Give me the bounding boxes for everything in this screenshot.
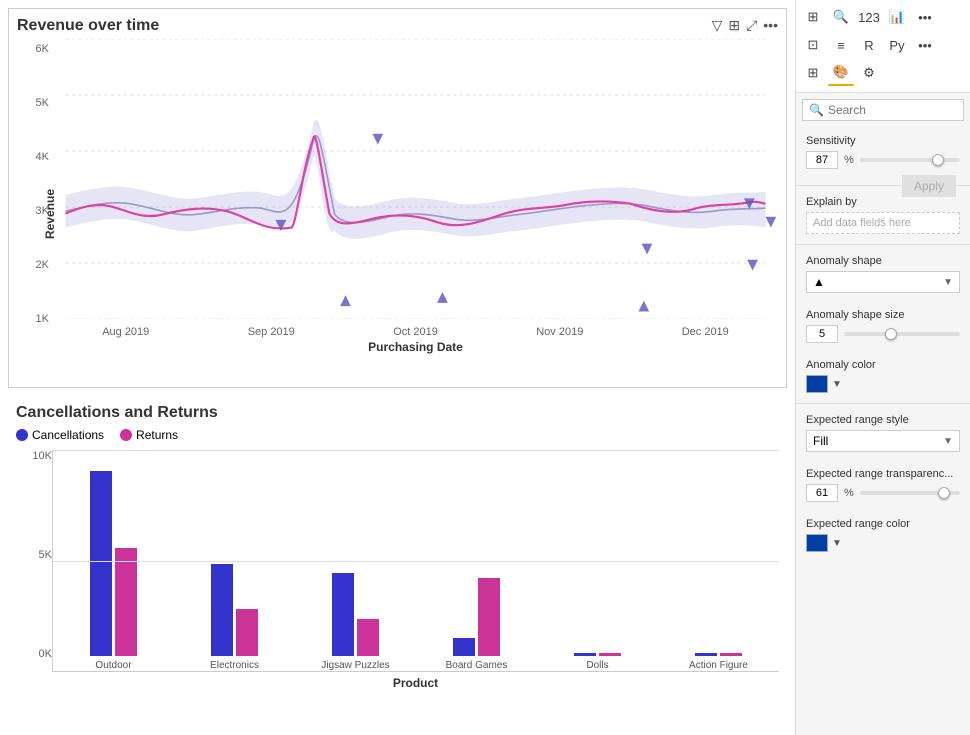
anomaly-color-box[interactable] [806, 375, 828, 393]
anomaly-size-section: Anomaly shape size 5 [796, 301, 970, 351]
anomaly-shape-value: ▲ [813, 275, 825, 289]
legend-cancellations: Cancellations [16, 428, 104, 442]
explain-by-label: Explain by [806, 196, 960, 208]
anomaly-size-thumb[interactable] [885, 328, 897, 340]
bar-outdoor-cancel [90, 471, 112, 656]
expected-range-color-section: Expected range color ▼ [796, 510, 970, 560]
anomaly-size-value: 5 [806, 325, 838, 343]
expected-range-style-arrow: ▼ [943, 436, 953, 447]
bar-electronics-cancel [211, 564, 233, 656]
toolbar-btn-13[interactable]: ⚙ [856, 60, 882, 86]
sensitivity-label: Sensitivity [806, 135, 960, 147]
expected-range-trans-thumb[interactable] [938, 487, 950, 499]
revenue-chart-title: Revenue over time [17, 17, 159, 35]
expected-range-trans-slider[interactable] [860, 491, 960, 495]
sensitivity-thumb[interactable] [932, 154, 944, 166]
legend-returns-dot [120, 429, 132, 441]
toolbar-btn-5[interactable]: ••• [912, 4, 938, 30]
toolbar-btn-12[interactable]: 🎨 [828, 60, 854, 86]
legend-returns: Returns [120, 428, 178, 442]
search-box[interactable]: 🔍 [802, 99, 964, 121]
legend-returns-label: Returns [136, 428, 178, 442]
legend: Cancellations Returns [16, 428, 779, 442]
anomaly-shape-label: Anomaly shape [806, 255, 960, 267]
expected-range-trans-label: Expected range transparenc... [806, 468, 960, 480]
anomaly-shape-section: Anomaly shape ▲ ▼ [796, 247, 970, 301]
right-panel: ⊞ 🔍 123 📊 ••• ⊡ ≡ R Py ••• ⊞ 🎨 ⚙ 🔍 Sensi… [795, 0, 970, 735]
anomaly-color-label: Anomaly color [806, 359, 960, 371]
bar-actionfigure-returns [720, 653, 742, 656]
revenue-y-label: Revenue [43, 189, 57, 239]
expected-range-color-label: Expected range color [806, 518, 960, 530]
explain-by-input[interactable]: Add data fields here [806, 212, 960, 234]
legend-cancellations-dot [16, 429, 28, 441]
bar-chart-area: 10K5K0K Outdoor [16, 450, 779, 690]
revenue-chart: Revenue over time ▽ ⊞ ⤢ ••• 6K5K4K3K2K1K… [8, 8, 787, 388]
anomaly-color-arrow[interactable]: ▼ [832, 379, 842, 390]
expected-range-color-box[interactable] [806, 534, 828, 552]
toolbar-btn-4[interactable]: 📊 [884, 4, 910, 30]
toolbar-btn-10[interactable]: ••• [912, 32, 938, 58]
toolbar: ⊞ 🔍 123 📊 ••• ⊡ ≡ R Py ••• ⊞ 🎨 ⚙ [796, 0, 970, 93]
bar-outdoor-returns [115, 548, 137, 656]
anomaly-size-slider[interactable] [844, 332, 960, 336]
bar-actionfigure-cancel [695, 653, 717, 656]
expected-range-trans-section: Expected range transparenc... 61 % [796, 460, 970, 510]
expected-range-style-label: Expected range style [806, 414, 960, 426]
anomaly-size-label: Anomaly shape size [806, 309, 960, 321]
expected-range-trans-pct: % [844, 487, 854, 499]
revenue-x-axis: Aug 2019Sep 2019Oct 2019Nov 2019Dec 2019 [53, 326, 778, 338]
search-icon: 🔍 [809, 103, 824, 117]
toolbar-btn-2[interactable]: 🔍 [828, 4, 854, 30]
toolbar-btn-11[interactable]: ⊞ [800, 60, 826, 86]
bar-dolls-returns [599, 653, 621, 656]
expand-icon[interactable]: ⊞ [728, 17, 740, 34]
sensitivity-section: Sensitivity 87 % Apply [796, 127, 970, 183]
expected-range-style-value: Fill [813, 434, 828, 448]
revenue-line-chart [53, 39, 778, 319]
bar-y-axis: 10K5K0K [16, 450, 52, 690]
toolbar-btn-9[interactable]: Py [884, 32, 910, 58]
fullscreen-icon[interactable]: ⤢ [746, 17, 757, 34]
filter-icon[interactable]: ▽ [712, 17, 723, 34]
toolbar-btn-6[interactable]: ⊡ [800, 32, 826, 58]
bar-x-label: Product [52, 676, 779, 690]
bar-boardgames-cancel [453, 638, 475, 656]
toolbar-btn-1[interactable]: ⊞ [800, 4, 826, 30]
bar-label-dolls: Dolls [586, 660, 608, 671]
expected-range-style-dropdown[interactable]: Fill ▼ [806, 430, 960, 452]
more-icon[interactable]: ••• [763, 17, 778, 34]
bar-jigsaw-returns [357, 619, 379, 656]
bar-jigsaw-cancel [332, 573, 354, 656]
legend-cancellations-label: Cancellations [32, 428, 104, 442]
bar-label-actionfigure: Action Figure [689, 660, 748, 671]
bar-chart: Cancellations and Returns Cancellations … [8, 400, 787, 727]
anomaly-shape-dropdown[interactable]: ▲ ▼ [806, 271, 960, 293]
bar-label-outdoor: Outdoor [95, 660, 131, 671]
expected-range-color-swatch: ▼ [806, 534, 960, 552]
expected-range-color-arrow[interactable]: ▼ [832, 538, 842, 549]
bar-label-electronics: Electronics [210, 660, 259, 671]
anomaly-color-swatch: ▼ [806, 375, 960, 393]
toolbar-btn-8[interactable]: R [856, 32, 882, 58]
revenue-x-label: Purchasing Date [53, 340, 778, 354]
bar-chart-title: Cancellations and Returns [16, 404, 779, 422]
panel-scroll: Sensitivity 87 % Apply Explain by Add da… [796, 127, 970, 735]
bar-label-boardgames: Board Games [446, 660, 508, 671]
search-input[interactable] [828, 103, 957, 117]
anomaly-shape-arrow: ▼ [943, 277, 953, 288]
apply-button[interactable]: Apply [902, 175, 956, 197]
anomaly-color-section: Anomaly color ▼ [796, 351, 970, 401]
bar-boardgames-returns [478, 578, 500, 656]
toolbar-btn-7[interactable]: ≡ [828, 32, 854, 58]
bar-label-jigsaw: Jigsaw Puzzles [321, 660, 389, 671]
expected-range-trans-value: 61 [806, 484, 838, 502]
bar-electronics-returns [236, 609, 258, 656]
sensitivity-pct: % [844, 154, 854, 166]
bar-dolls-cancel [574, 653, 596, 656]
sensitivity-slider[interactable] [860, 158, 960, 162]
sensitivity-value: 87 [806, 151, 838, 169]
toolbar-btn-3[interactable]: 123 [856, 4, 882, 30]
expected-range-style-section: Expected range style Fill ▼ [796, 406, 970, 460]
